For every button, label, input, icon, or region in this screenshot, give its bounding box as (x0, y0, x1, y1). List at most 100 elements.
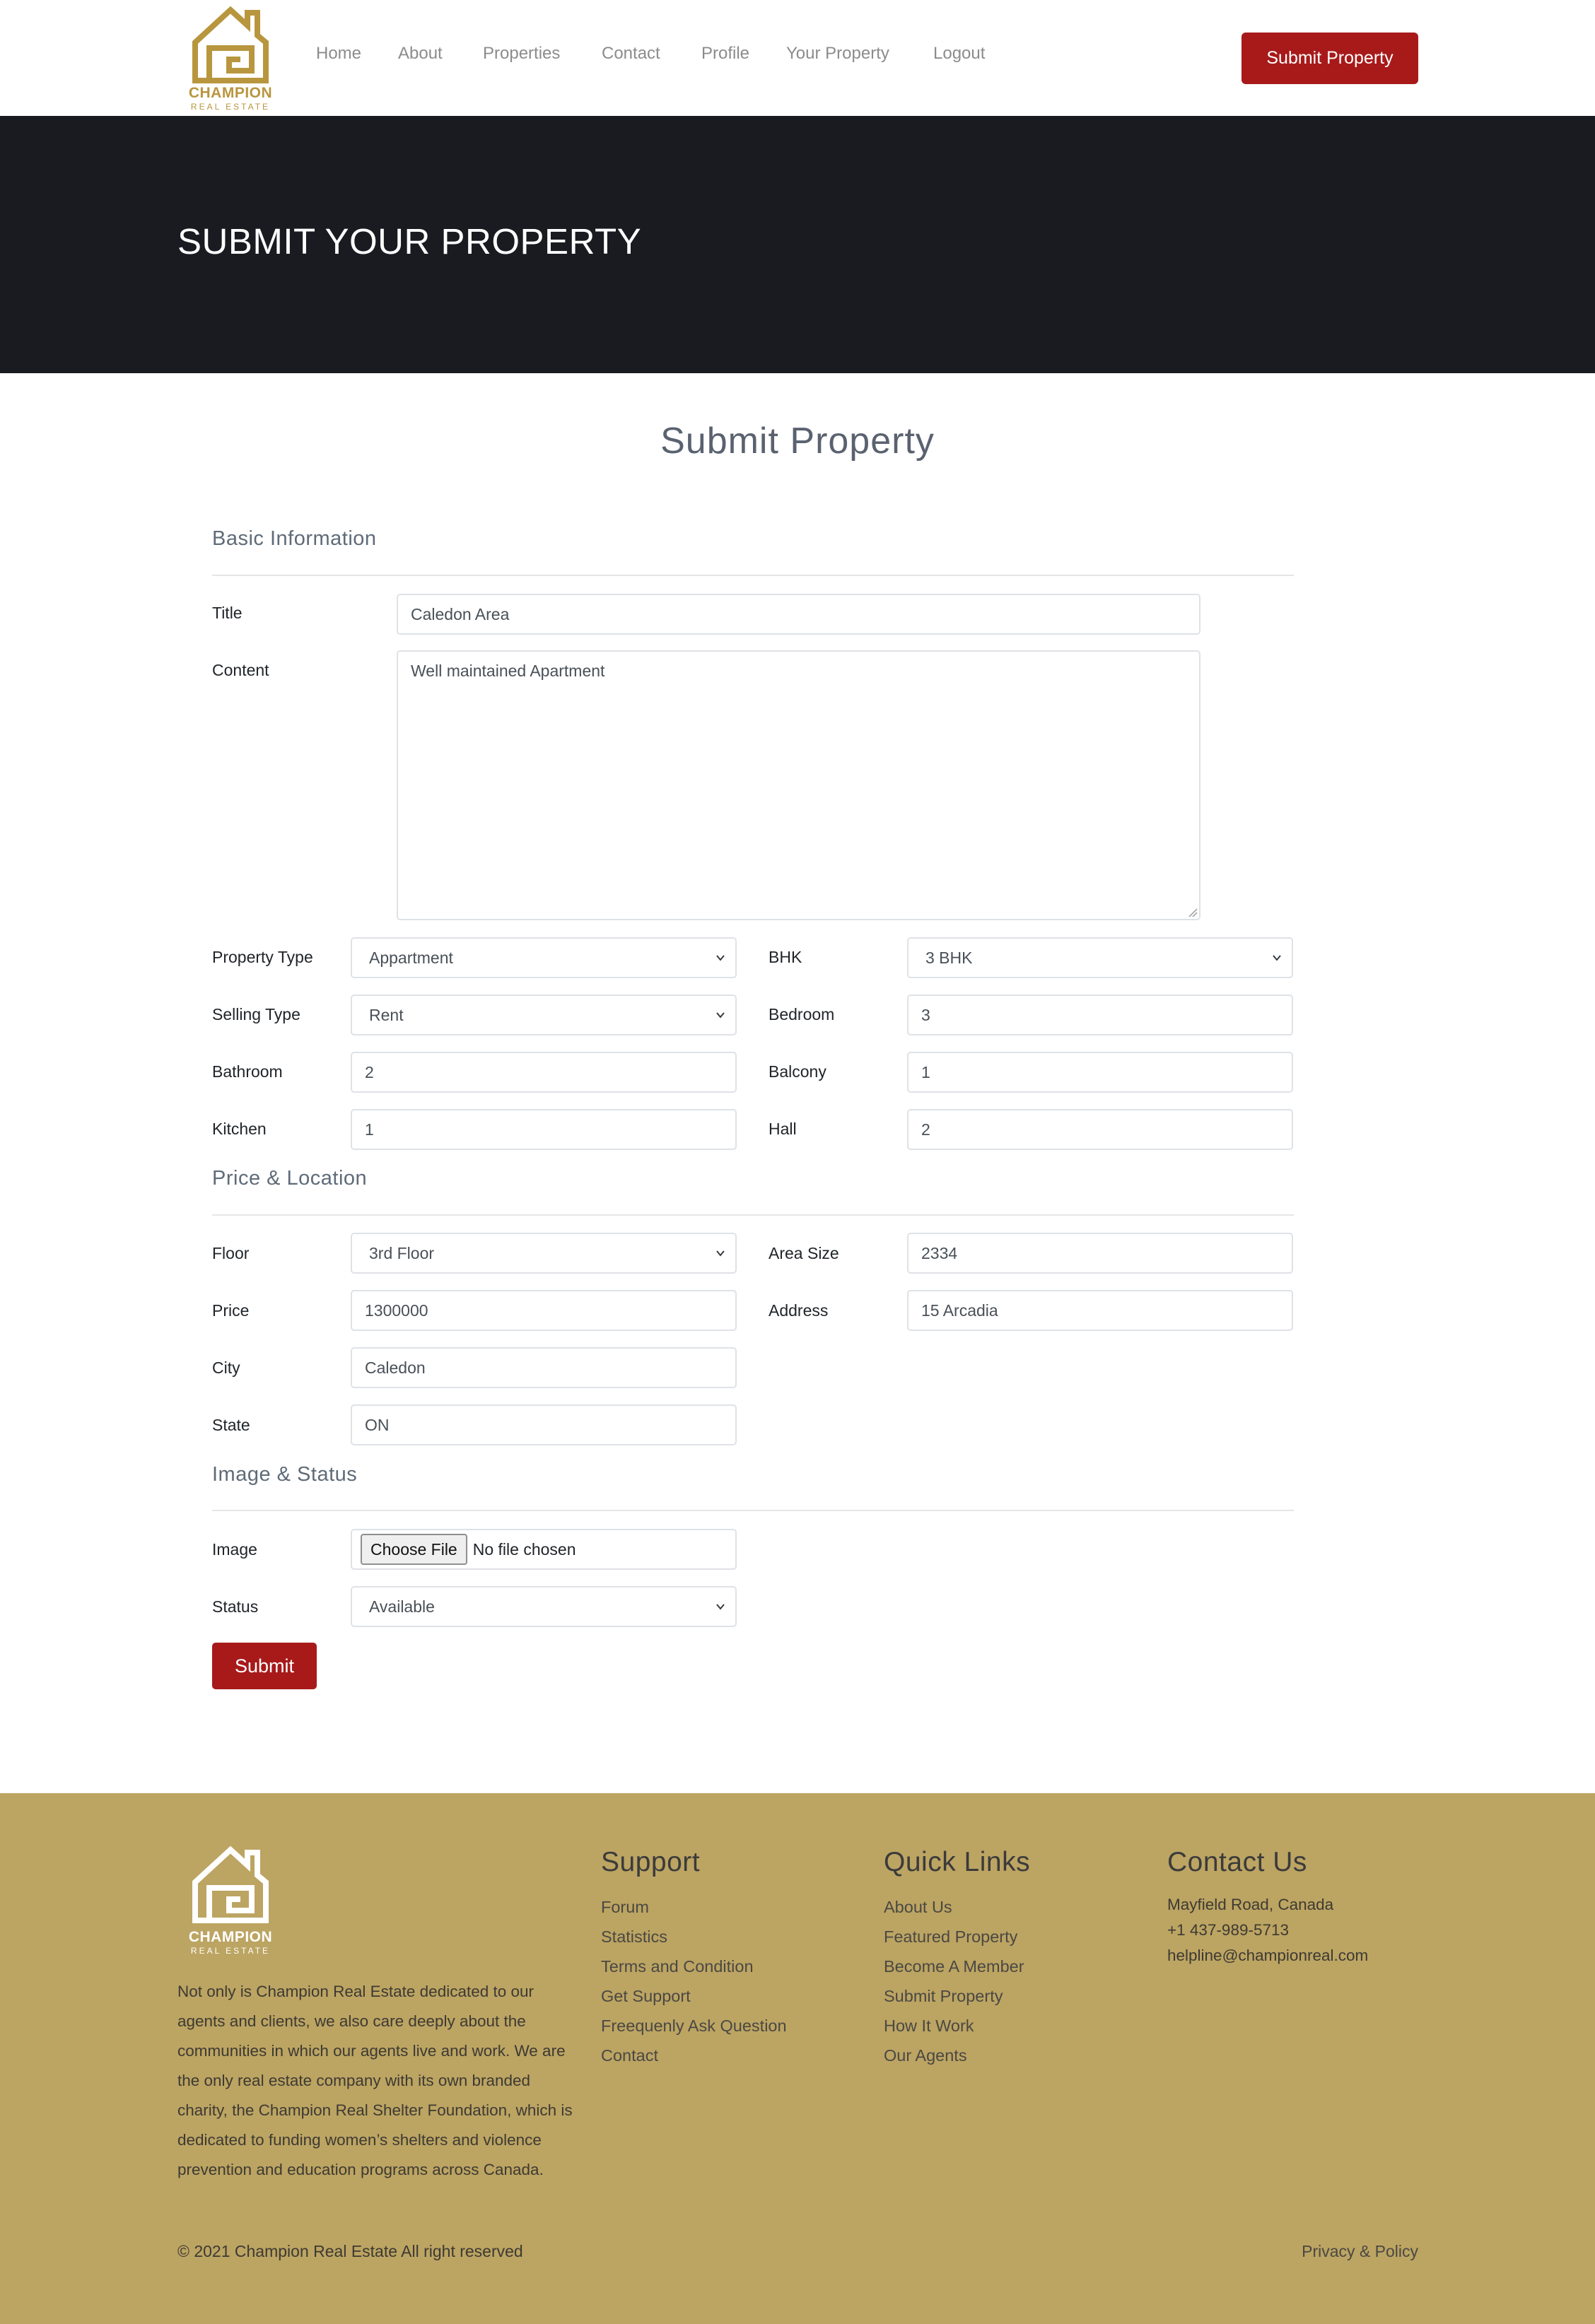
section-image-status: Image & Status (212, 1463, 358, 1486)
page-banner: SUBMIT YOUR PROPERTY (0, 116, 1595, 373)
copyright-text: © 2021 Champion Real Estate All right re… (177, 2242, 523, 2260)
selling-type-label: Selling Type (212, 1005, 300, 1023)
floor-label: Floor (212, 1244, 250, 1262)
nav-properties[interactable]: Properties (483, 44, 560, 64)
quick-links-heading: Quick Links (884, 1847, 1031, 1877)
submit-property-button[interactable]: Submit Property (1241, 33, 1418, 84)
nav-your-property[interactable]: Your Property (786, 44, 889, 64)
nav-home[interactable]: Home (316, 44, 361, 64)
submit-button[interactable]: Submit (212, 1643, 317, 1689)
banner-title: SUBMIT YOUR PROPERTY (177, 221, 642, 262)
address-input[interactable]: 15 Arcadia (907, 1290, 1293, 1331)
resize-handle-icon[interactable] (1188, 908, 1198, 917)
bedroom-label: Bedroom (769, 1005, 835, 1023)
floor-value: 3rd Floor (369, 1243, 435, 1262)
footer-contact: Contact Us Mayfield Road, Canada +1 437-… (1167, 1847, 1368, 1968)
bedroom-input[interactable]: 3 (907, 994, 1293, 1035)
content-text: Well maintained Apartment (411, 662, 605, 680)
divider (212, 1214, 1294, 1216)
file-status: No file chosen (472, 1539, 576, 1559)
section-basic-information: Basic Information (212, 527, 377, 550)
footer-link-featured-property[interactable]: Featured Property (884, 1922, 1030, 1952)
nav-profile[interactable]: Profile (701, 44, 749, 64)
bhk-value: 3 BHK (925, 948, 973, 967)
bhk-label: BHK (769, 948, 802, 966)
bhk-select[interactable]: 3 BHK (907, 937, 1293, 978)
chevron-down-icon (716, 1012, 725, 1019)
footer-link-about-us[interactable]: About Us (884, 1892, 1030, 1922)
footer-link-forum[interactable]: Forum (601, 1892, 787, 1922)
state-input[interactable]: ON (351, 1404, 737, 1445)
hall-input[interactable]: 2 (907, 1109, 1293, 1150)
nav-about[interactable]: About (398, 44, 443, 64)
status-value: Available (369, 1597, 435, 1616)
chevron-down-icon (716, 1250, 725, 1257)
image-file-input[interactable]: Choose File No file chosen (351, 1529, 737, 1570)
price-input[interactable]: 1300000 (351, 1290, 737, 1331)
divider (212, 1510, 1294, 1511)
address-label: Address (769, 1301, 829, 1320)
footer-brand-tagline: REAL ESTATE (190, 1946, 271, 1956)
nav-contact[interactable]: Contact (602, 44, 660, 64)
footer-link-terms[interactable]: Terms and Condition (601, 1952, 787, 1981)
chevron-down-icon (1273, 955, 1281, 961)
status-label: Status (212, 1597, 259, 1616)
footer-link-statistics[interactable]: Statistics (601, 1922, 787, 1952)
status-select[interactable]: Available (351, 1586, 737, 1627)
nav-logout[interactable]: Logout (933, 44, 985, 64)
footer-logo[interactable]: CHAMPION REAL ESTATE (181, 1844, 280, 1957)
choose-file-button[interactable]: Choose File (361, 1534, 467, 1565)
area-size-input[interactable]: 2334 (907, 1233, 1293, 1274)
city-label: City (212, 1358, 240, 1377)
page-title: Submit Property (660, 421, 935, 462)
state-label: State (212, 1416, 250, 1434)
contact-heading: Contact Us (1167, 1847, 1307, 1877)
footer-support: Support Forum Statistics Terms and Condi… (601, 1847, 787, 2070)
content-textarea[interactable]: Well maintained Apartment (397, 650, 1200, 920)
chevron-down-icon (716, 955, 725, 961)
bathroom-label: Bathroom (212, 1062, 283, 1081)
support-heading: Support (601, 1847, 701, 1877)
contact-address: Mayfield Road, Canada (1167, 1896, 1334, 1913)
privacy-policy-link[interactable]: Privacy & Policy (1302, 2242, 1418, 2261)
property-type-select[interactable]: Appartment (351, 937, 737, 978)
area-size-label: Area Size (769, 1244, 839, 1262)
footer-link-submit-property[interactable]: Submit Property (884, 1981, 1030, 2011)
hall-label: Hall (769, 1120, 797, 1138)
floor-select[interactable]: 3rd Floor (351, 1233, 737, 1274)
selling-type-select[interactable]: Rent (351, 994, 737, 1035)
chevron-down-icon (716, 1604, 725, 1610)
footer-quick-links: Quick Links About Us Featured Property B… (884, 1847, 1030, 2070)
footer-link-our-agents[interactable]: Our Agents (884, 2041, 1030, 2070)
divider (212, 575, 1294, 576)
footer-link-faq[interactable]: Freequenly Ask Question (601, 2011, 787, 2041)
footer-brand-name: CHAMPION (188, 1929, 273, 1945)
selling-type-value: Rent (369, 1005, 404, 1024)
title-label: Title (212, 604, 243, 622)
kitchen-label: Kitchen (212, 1120, 267, 1138)
bathroom-input[interactable]: 2 (351, 1052, 737, 1093)
section-price-location: Price & Location (212, 1167, 368, 1190)
balcony-input[interactable]: 1 (907, 1052, 1293, 1093)
house-logo-icon (192, 1845, 269, 1923)
price-label: Price (212, 1301, 250, 1320)
footer-link-how-it-work[interactable]: How It Work (884, 2011, 1030, 2041)
footer-link-become-member[interactable]: Become A Member (884, 1952, 1030, 1981)
site-footer: CHAMPION REAL ESTATE Not only is Champio… (0, 1793, 1595, 2324)
brand-tagline: REAL ESTATE (190, 102, 271, 112)
title-input[interactable]: Caledon Area (397, 594, 1200, 635)
footer-link-get-support[interactable]: Get Support (601, 1981, 787, 2011)
property-type-label: Property Type (212, 948, 313, 966)
footer-about-text: Not only is Champion Real Estate dedicat… (177, 1983, 573, 2178)
content-label: Content (212, 661, 269, 679)
city-input[interactable]: Caledon (351, 1347, 737, 1388)
contact-phone: +1 437-989-5713 (1167, 1921, 1290, 1939)
site-header: CHAMPION REAL ESTATE Home About Properti… (0, 0, 1595, 116)
balcony-label: Balcony (769, 1062, 826, 1081)
brand-logo[interactable]: CHAMPION REAL ESTATE (181, 4, 280, 112)
house-logo-icon (192, 6, 269, 83)
image-label: Image (212, 1540, 257, 1559)
property-type-value: Appartment (369, 948, 453, 967)
footer-link-contact[interactable]: Contact (601, 2041, 787, 2070)
kitchen-input[interactable]: 1 (351, 1109, 737, 1150)
